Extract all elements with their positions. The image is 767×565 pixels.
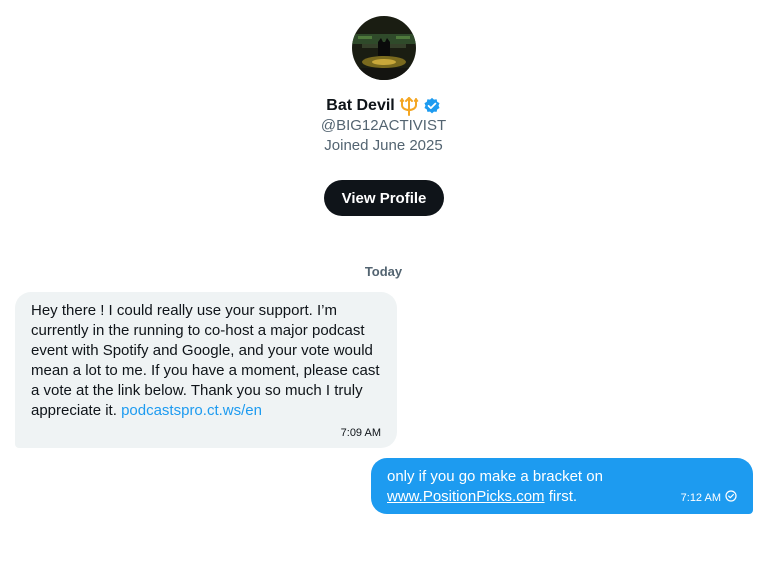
received-message-text: Hey there ! I could really use your supp… [31, 301, 381, 421]
date-divider: Today [364, 264, 403, 279]
sent-message-bubble[interactable]: only if you go make a bracket on www.Pos… [371, 458, 753, 514]
avatar[interactable] [352, 16, 416, 80]
received-message-link[interactable]: podcastspro.ct.ws/en [121, 402, 262, 419]
view-profile-button[interactable]: View Profile [324, 180, 444, 216]
trident-icon [399, 96, 419, 116]
sent-message-meta: 7:12 AM [681, 490, 737, 505]
avatar-image [352, 16, 416, 80]
name-row: Bat Devil [0, 95, 767, 117]
read-check-icon [725, 490, 737, 505]
verified-badge-icon[interactable] [423, 97, 441, 115]
received-message-bubble[interactable]: Hey there ! I could really use your supp… [15, 292, 397, 448]
sent-message-link[interactable]: www.PositionPicks.com [387, 488, 545, 505]
joined-date: Joined June 2025 [324, 137, 443, 154]
display-name[interactable]: Bat Devil [326, 97, 394, 115]
received-message-time: 7:09 AM [340, 427, 381, 439]
sent-message-time: 7:12 AM [680, 491, 721, 504]
sent-message-body-start: only if you go make a bracket on [387, 468, 603, 485]
sent-message-body-end: first. [544, 488, 578, 505]
profile-handle: @BIG12ACTIVIST [320, 117, 447, 134]
